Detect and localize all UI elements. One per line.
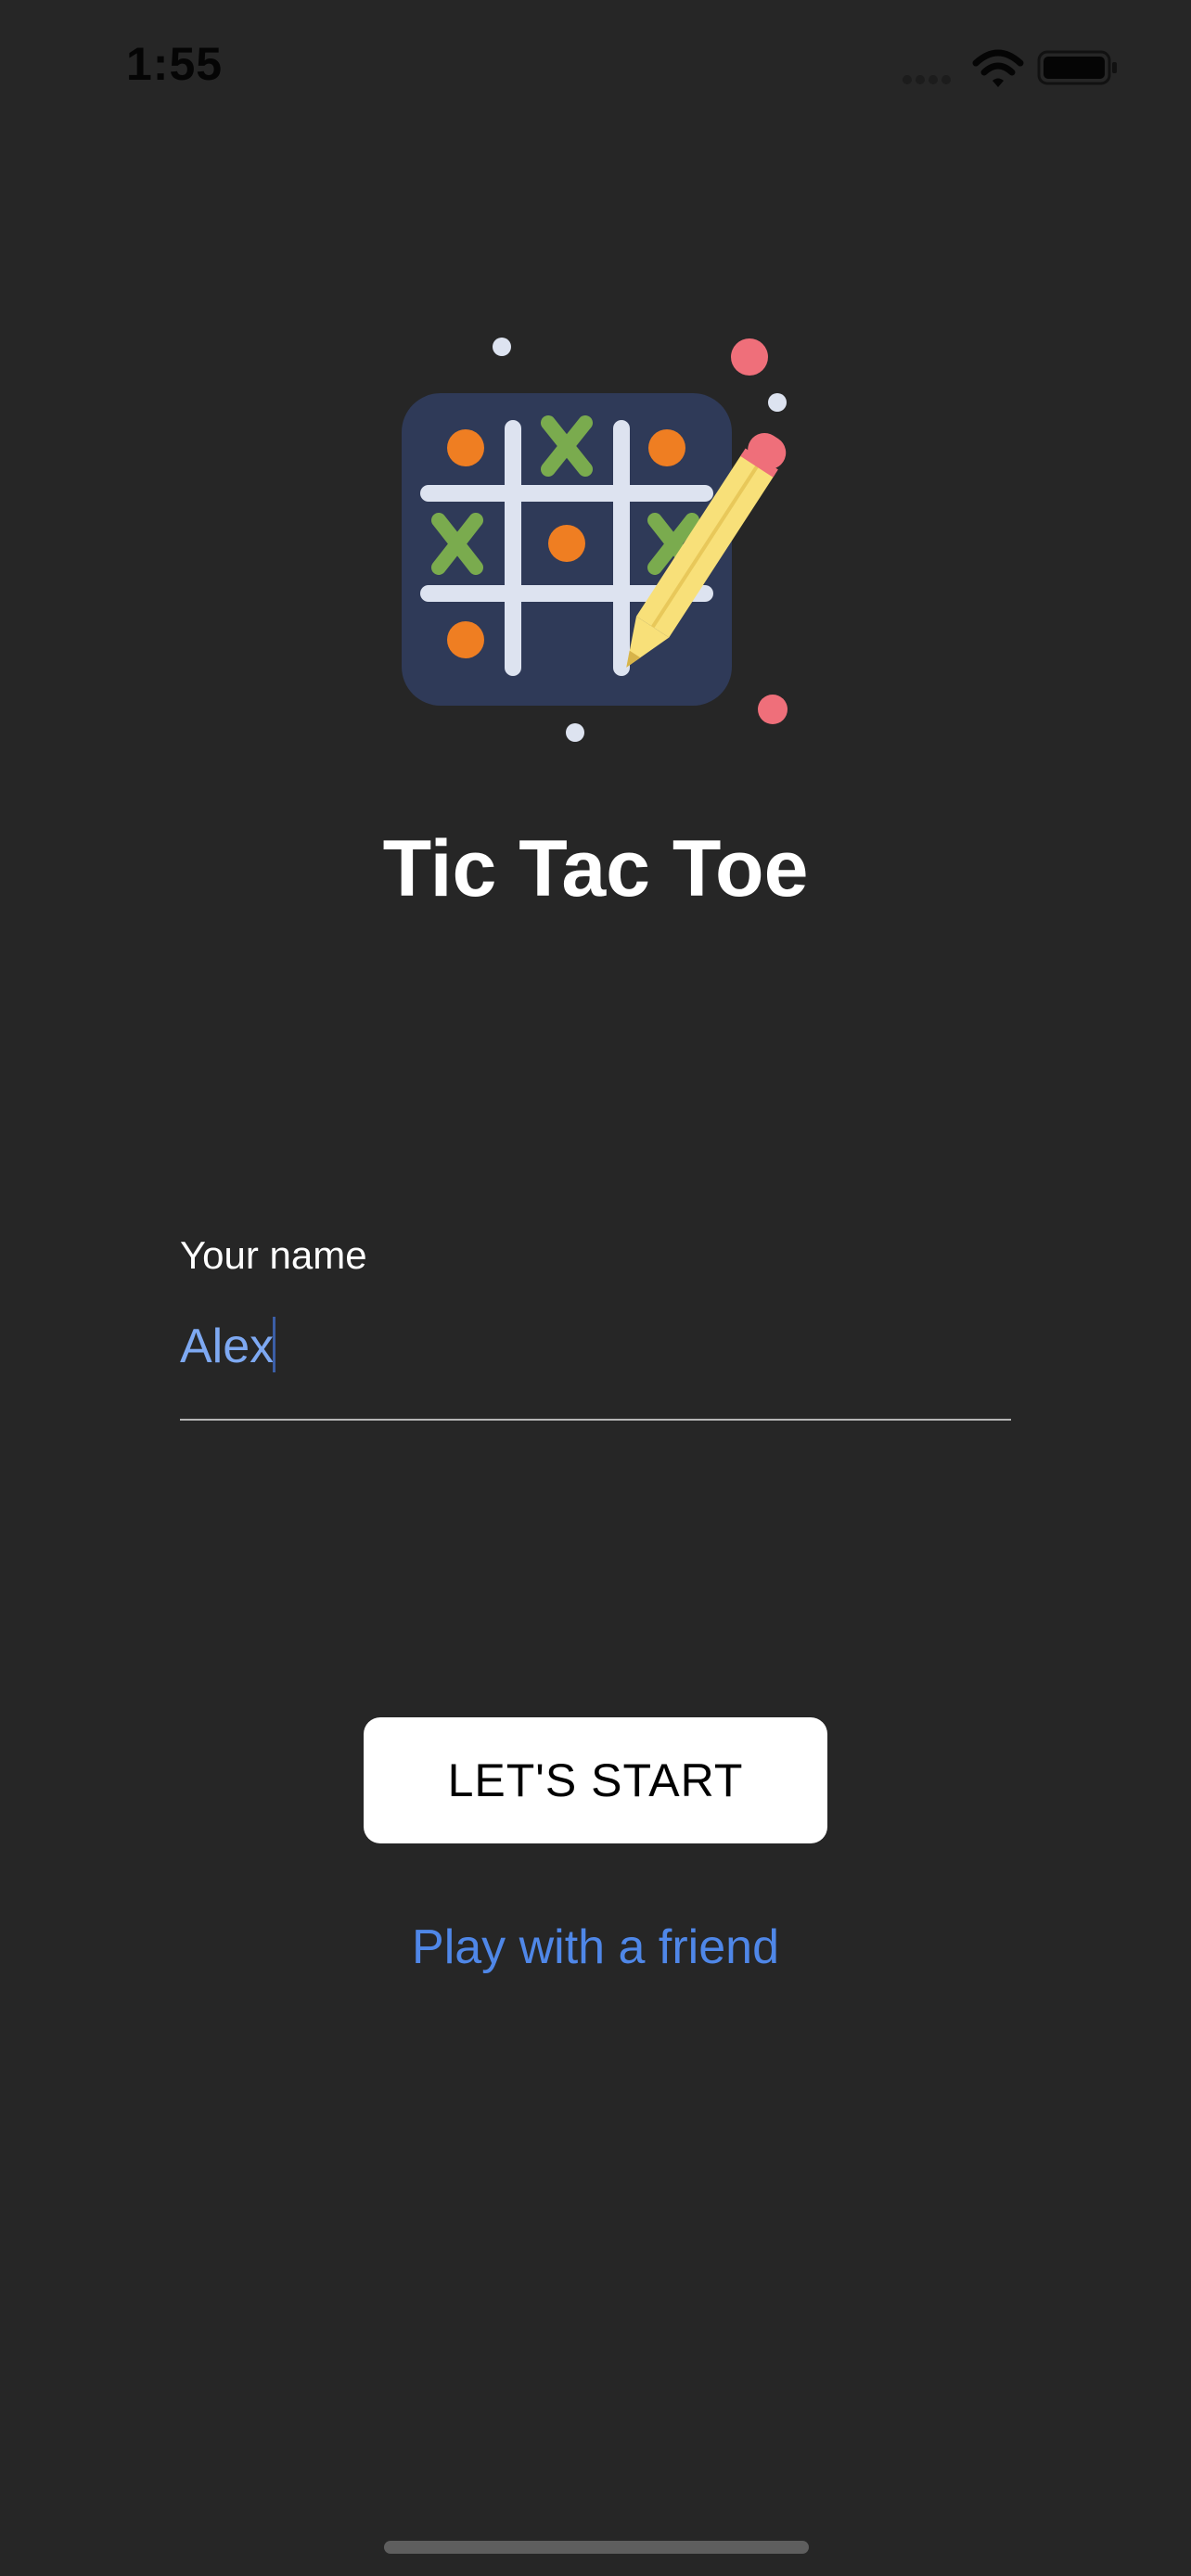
name-field-label: Your name bbox=[180, 1233, 367, 1277]
home-indicator[interactable] bbox=[384, 2541, 809, 2554]
lets-start-button[interactable]: LET'S START bbox=[364, 1717, 827, 1843]
app-title: Tic Tac Toe bbox=[382, 824, 809, 913]
name-input[interactable] bbox=[180, 1309, 1011, 1384]
text-cursor bbox=[273, 1317, 275, 1372]
app-logo-icon bbox=[402, 338, 788, 742]
play-with-friend-link[interactable]: Play with a friend bbox=[0, 1919, 1191, 1975]
name-field-underline bbox=[180, 1419, 1011, 1421]
